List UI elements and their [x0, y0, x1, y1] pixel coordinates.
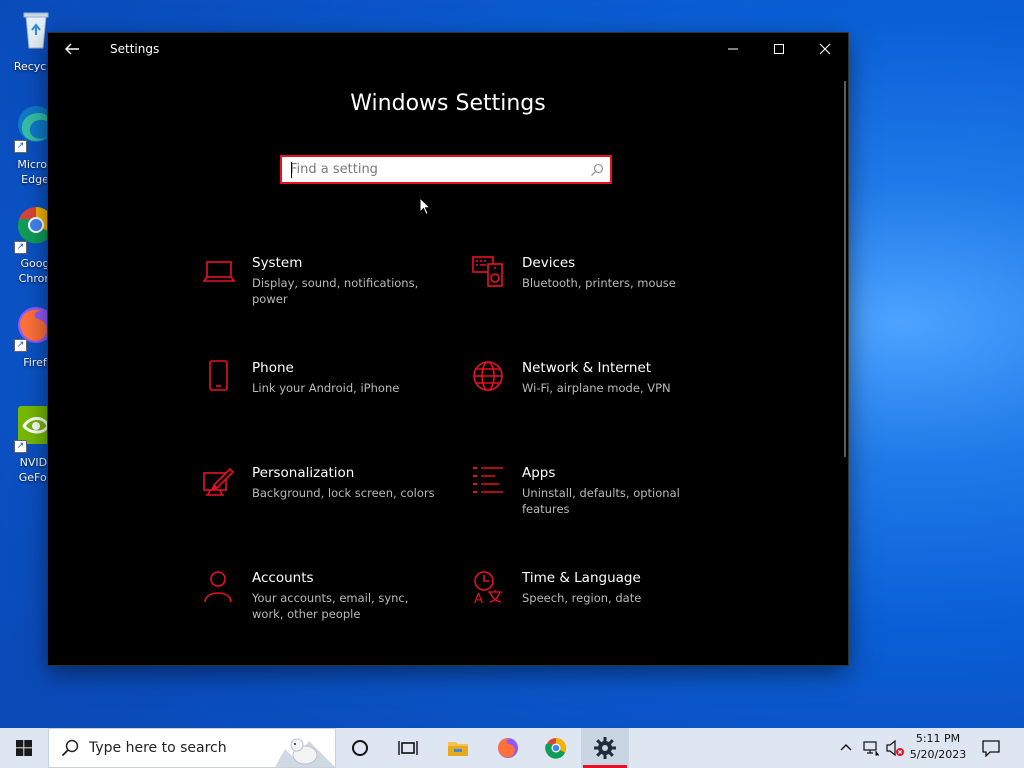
text-caret	[291, 162, 292, 178]
minimize-button[interactable]	[710, 33, 756, 65]
shortcut-arrow-icon: ↗	[14, 241, 27, 254]
gear-icon	[594, 737, 616, 759]
tile-description: Link your Android, iPhone	[252, 381, 400, 395]
search-input[interactable]	[290, 157, 580, 182]
svg-text:A: A	[474, 592, 483, 604]
settings-tile-network-internet[interactable]: Network & Internet Wi-Fi, airplane mode,…	[472, 360, 722, 430]
apps-icon	[473, 467, 503, 493]
chrome-icon	[545, 738, 566, 759]
taskbar-search-placeholder: Type here to search	[89, 740, 227, 756]
tile-title: Phone	[252, 360, 294, 376]
tile-description: Bluetooth, printers, mouse	[522, 276, 676, 290]
tile-title: Personalization	[252, 465, 355, 481]
tile-title: Devices	[522, 255, 576, 271]
settings-tile-accounts[interactable]: Accounts Your accounts, email, sync, wor…	[202, 570, 452, 640]
tile-title: Apps	[522, 465, 556, 481]
firefox-icon	[498, 738, 518, 758]
volume-muted-icon[interactable]	[885, 739, 905, 757]
tile-title: Accounts	[252, 570, 314, 586]
mouse-cursor-icon	[419, 197, 431, 216]
settings-tile-system[interactable]: System Display, sound, notifications, po…	[202, 255, 452, 325]
notification-center-icon[interactable]	[982, 739, 1000, 757]
taskbar-search-box[interactable]: Type here to search	[48, 728, 336, 768]
task-view-icon	[398, 741, 418, 755]
settings-tile-apps[interactable]: Apps Uninstall, defaults, optional featu…	[472, 465, 722, 535]
close-button[interactable]	[802, 33, 848, 65]
tile-title: Time & Language	[522, 570, 641, 586]
title-bar[interactable]: Settings	[48, 33, 848, 65]
tile-description: Uninstall, defaults, optional features	[522, 486, 680, 516]
tile-description: Speech, region, date	[522, 591, 642, 605]
chrome-taskbar-button[interactable]	[532, 728, 580, 768]
tile-title: System	[252, 255, 303, 271]
search-icon[interactable]	[590, 163, 604, 177]
back-arrow-icon[interactable]	[60, 37, 84, 61]
laptop-icon	[203, 261, 235, 282]
polar-bear-search-highlight-icon	[275, 738, 335, 767]
tile-description: Display, sound, notifications, power	[252, 276, 419, 306]
page-title: Windows Settings	[350, 91, 546, 116]
chevron-up-icon[interactable]	[839, 741, 853, 755]
close-icon	[819, 43, 831, 55]
clock-time: 5:11 PM	[915, 732, 961, 745]
search-icon	[61, 739, 79, 757]
minimize-icon	[728, 48, 738, 50]
settings-tile-personalization[interactable]: Personalization Background, lock screen,…	[202, 465, 452, 535]
settings-tile-time-language[interactable]: A Time & Language Speech, region, date	[472, 570, 722, 640]
settings-taskbar-button[interactable]	[581, 728, 629, 768]
network-icon[interactable]	[862, 739, 880, 757]
task-view-button[interactable]	[384, 728, 432, 768]
tile-description: Your accounts, email, sync, work, other …	[252, 591, 409, 621]
windows-logo-icon	[16, 740, 32, 756]
settings-window: Settings Windows Settings System Display…	[48, 33, 848, 665]
settings-tile-devices[interactable]: Devices Bluetooth, printers, mouse	[472, 255, 722, 325]
shortcut-arrow-icon: ↗	[14, 440, 27, 453]
scrollbar[interactable]	[844, 81, 846, 457]
maximize-icon	[774, 44, 784, 54]
person-icon	[204, 571, 232, 603]
cortana-circle-icon	[352, 740, 368, 756]
tile-title: Network & Internet	[522, 360, 652, 376]
shortcut-arrow-icon: ↗	[14, 339, 27, 352]
window-title: Settings	[110, 42, 160, 56]
maximize-button[interactable]	[756, 33, 802, 65]
settings-search-box[interactable]	[280, 155, 612, 184]
file-explorer-button[interactable]	[434, 728, 482, 768]
start-button[interactable]	[0, 728, 48, 768]
firefox-taskbar-button[interactable]	[484, 728, 532, 768]
tile-description: Wi-Fi, airplane mode, VPN	[522, 381, 671, 395]
settings-tile-phone[interactable]: Phone Link your Android, iPhone	[202, 360, 452, 430]
shortcut-arrow-icon: ↗	[14, 140, 27, 153]
cortana-button[interactable]	[336, 728, 384, 768]
personalization-icon	[203, 467, 235, 496]
globe-icon	[473, 361, 503, 391]
tile-description: Background, lock screen, colors	[252, 486, 435, 500]
taskbar: Type here to search 5:11 PM 5/20/2023	[0, 728, 1024, 768]
taskbar-clock[interactable]: 5:11 PM 5/20/2023	[906, 731, 970, 763]
devices-icon	[472, 256, 503, 287]
folder-icon	[448, 742, 468, 756]
phone-icon	[209, 360, 228, 391]
time-language-icon: A	[474, 571, 502, 604]
clock-date: 5/20/2023	[909, 748, 967, 761]
